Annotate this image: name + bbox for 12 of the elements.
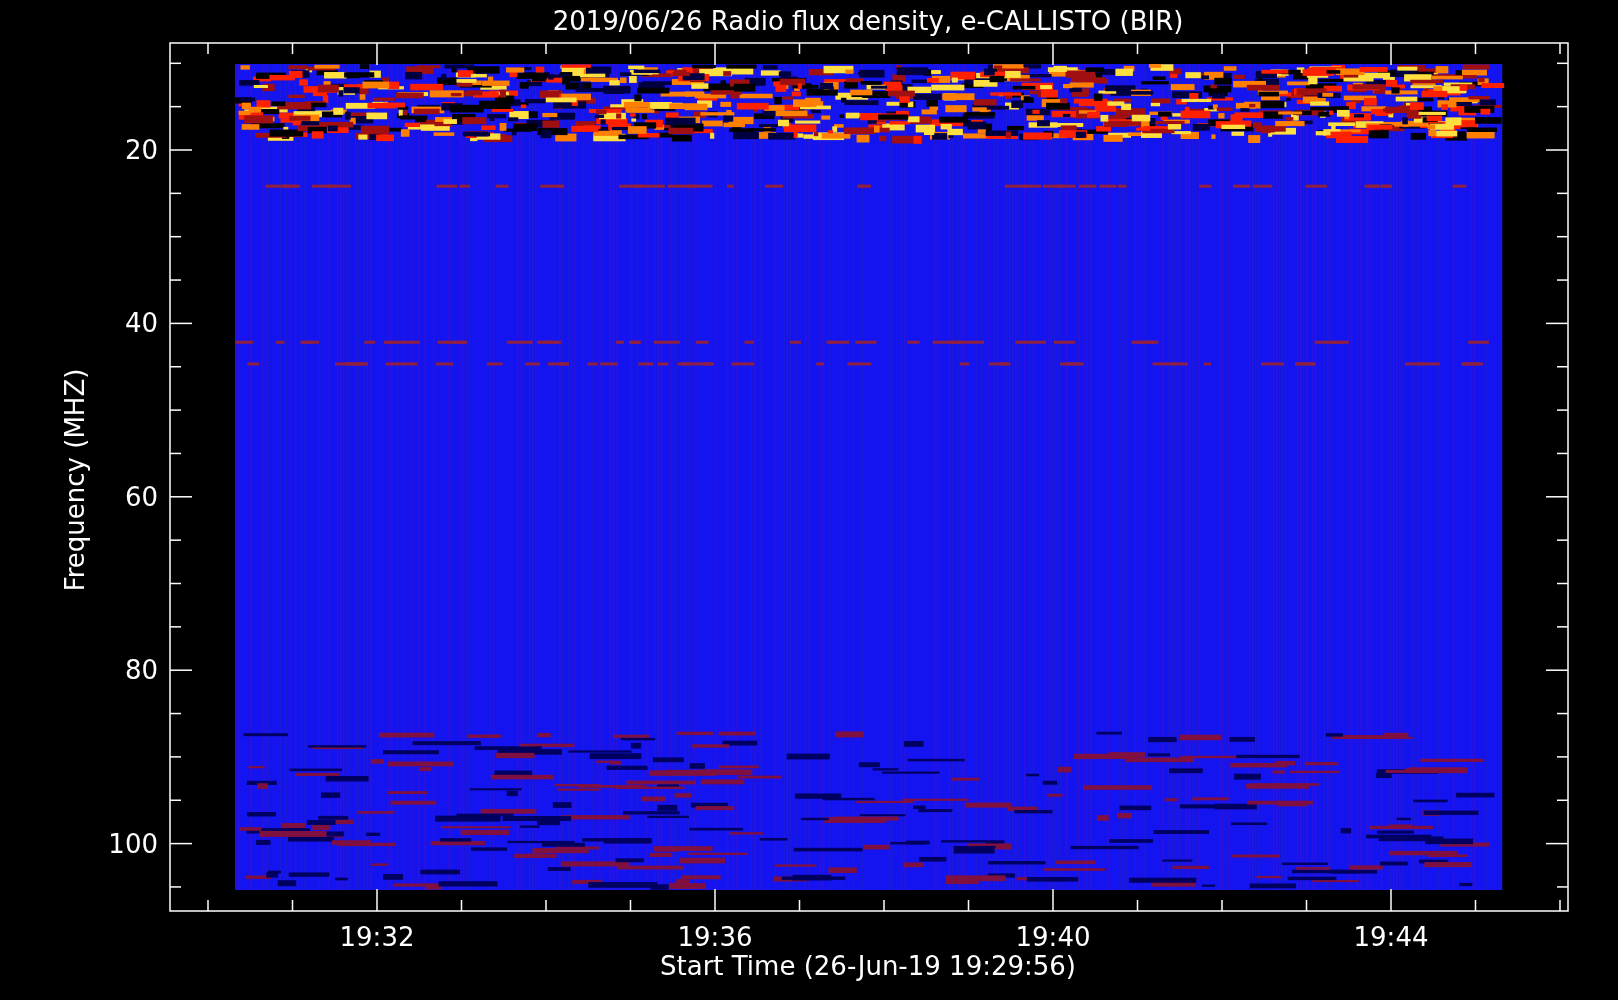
y-tick-label: 100 — [108, 828, 158, 859]
y-tick-label: 80 — [124, 655, 158, 686]
x-tick-label: 19:40 — [1015, 922, 1091, 952]
y-tick-label: 40 — [124, 308, 158, 339]
x-axis-label: Start Time (26-Jun-19 19:29:56) — [660, 951, 1076, 981]
x-tick-label: 19:32 — [339, 922, 415, 952]
x-tick-label: 19:36 — [677, 922, 753, 952]
chart-title: 2019/06/26 Radio flux density, e-CALLISTO (BIR) — [552, 6, 1184, 36]
y-tick-label: 20 — [124, 135, 158, 165]
y-axis-label: Frequency (MHZ) — [60, 368, 90, 592]
x-tick-label: 19:44 — [1353, 922, 1429, 952]
y-tick-label: 60 — [124, 481, 158, 512]
